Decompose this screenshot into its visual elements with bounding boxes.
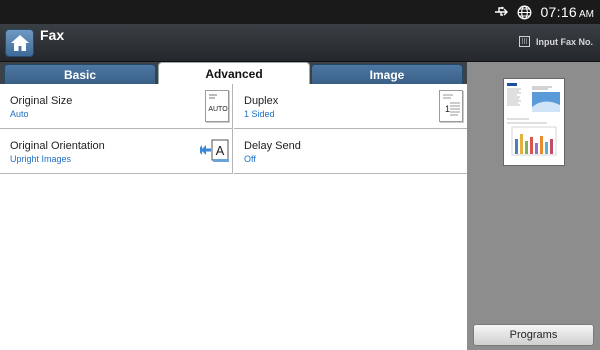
options-panel: Original Size Auto AUTO Duplex 1 Sided 1… xyxy=(0,84,467,350)
original-size-option[interactable]: Original Size Auto AUTO xyxy=(0,84,233,129)
clock-time: 07:16 xyxy=(540,4,577,20)
duplex-value: 1 Sided xyxy=(244,109,275,119)
keypad-icon xyxy=(519,36,530,47)
original-orientation-option[interactable]: Original Orientation Upright Images A xyxy=(0,129,233,174)
tab-image[interactable]: Image xyxy=(311,64,463,84)
original-size-value: Auto xyxy=(10,109,29,119)
tab-basic[interactable]: Basic xyxy=(4,64,156,84)
delay-send-value: Off xyxy=(244,154,256,164)
page-title: Fax xyxy=(40,27,65,43)
usb-icon xyxy=(494,5,510,19)
home-icon xyxy=(10,35,29,51)
auto-size-icon: AUTO xyxy=(205,90,229,122)
tab-advanced[interactable]: Advanced xyxy=(158,62,310,84)
auto-text: AUTO xyxy=(208,106,228,113)
globe-icon xyxy=(517,5,533,20)
status-bar: 07:16 AM xyxy=(0,0,600,24)
home-button[interactable] xyxy=(5,29,34,57)
preview-panel: Programs xyxy=(467,62,600,350)
upright-orientation-icon: A xyxy=(198,137,230,167)
document-preview-thumbnail[interactable] xyxy=(503,78,565,166)
input-fax-label: Input Fax No. xyxy=(536,36,593,47)
one-text: 1 xyxy=(445,104,450,114)
one-sided-icon: 1 xyxy=(439,90,463,122)
original-size-label: Original Size xyxy=(10,95,73,107)
delay-send-label: Delay Send xyxy=(244,140,301,152)
brand-logo-icon xyxy=(507,83,517,86)
delay-send-option[interactable]: Delay Send Off xyxy=(234,129,467,174)
duplex-label: Duplex xyxy=(244,95,279,107)
clock-ampm: AM xyxy=(579,9,594,20)
orientation-letter: A xyxy=(216,143,225,158)
tab-bar: Basic Advanced Image xyxy=(0,62,467,84)
input-fax-number-button[interactable]: Input Fax No. xyxy=(519,36,593,47)
duplex-option[interactable]: Duplex 1 Sided 1 xyxy=(234,84,467,129)
app-header: Fax Input Fax No. xyxy=(0,24,600,62)
programs-button[interactable]: Programs xyxy=(473,324,594,346)
original-orientation-value: Upright Images xyxy=(10,154,72,164)
original-orientation-label: Original Orientation xyxy=(10,140,105,152)
clock: 07:16 AM xyxy=(540,4,594,20)
